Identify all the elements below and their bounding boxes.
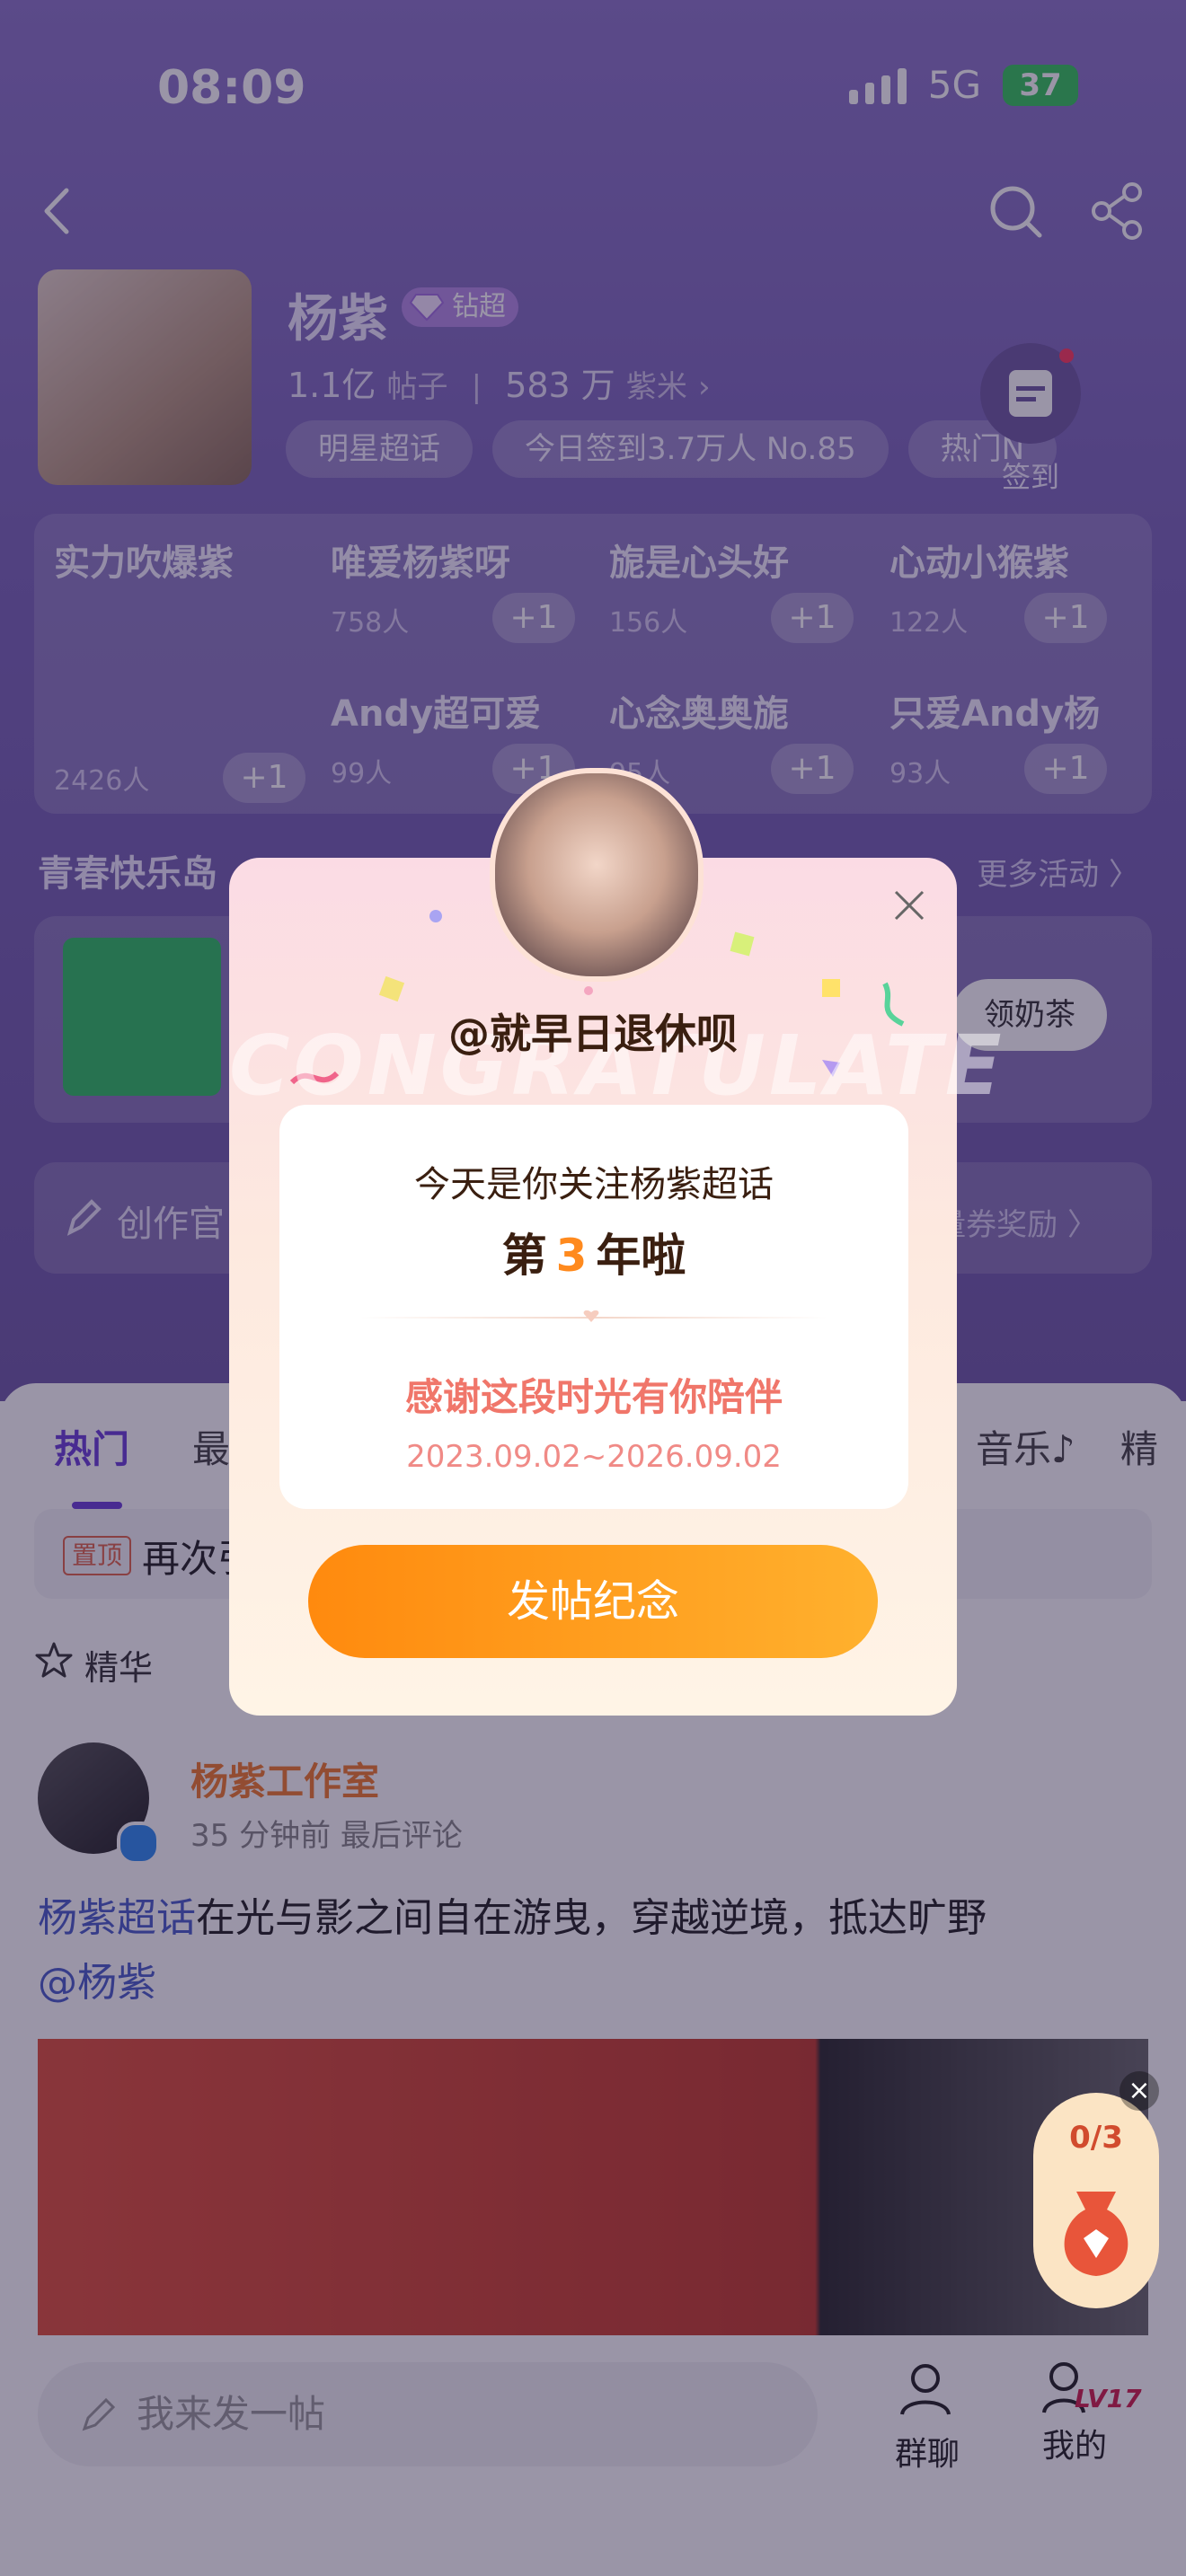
close-icon[interactable]: ×: [1120, 2071, 1159, 2111]
reward-progress: 0/3: [1069, 2120, 1123, 2156]
lucky-bag-icon: [1064, 2192, 1128, 2276]
heart-icon: [583, 1310, 599, 1322]
follow-message: 今天是你关注杨紫超话: [414, 1164, 774, 1205]
years-message: 第 3 年啦: [279, 1220, 908, 1284]
reward-bag-widget[interactable]: × 0/3: [1033, 2071, 1159, 2308]
years-prefix: 第: [501, 1230, 547, 1282]
app-screen: 08:09 5G 37 杨紫 钻超 1.1亿 帖子 | 583 万 紫米 › 明…: [0, 0, 1186, 2576]
thanks-message: 感谢这段时光有你陪伴: [404, 1375, 783, 1419]
anniversary-modal: CONGRATULATE @就早日退休呗 今天是你关注杨紫超话 第 3 年啦 感谢这…: [229, 768, 1002, 1716]
date-range: 2023.09.02~2026.09.02: [406, 1439, 782, 1475]
years-suffix: 年啦: [596, 1230, 686, 1282]
anniversary-card: 今天是你关注杨紫超话 第 3 年啦 感谢这段时光有你陪伴 2023.09.02~20…: [279, 1105, 908, 1509]
user-handle: @就早日退休呗: [448, 1010, 738, 1058]
years-number: 3: [555, 1230, 588, 1282]
post-commemoration-button[interactable]: 发帖纪念: [308, 1545, 878, 1658]
